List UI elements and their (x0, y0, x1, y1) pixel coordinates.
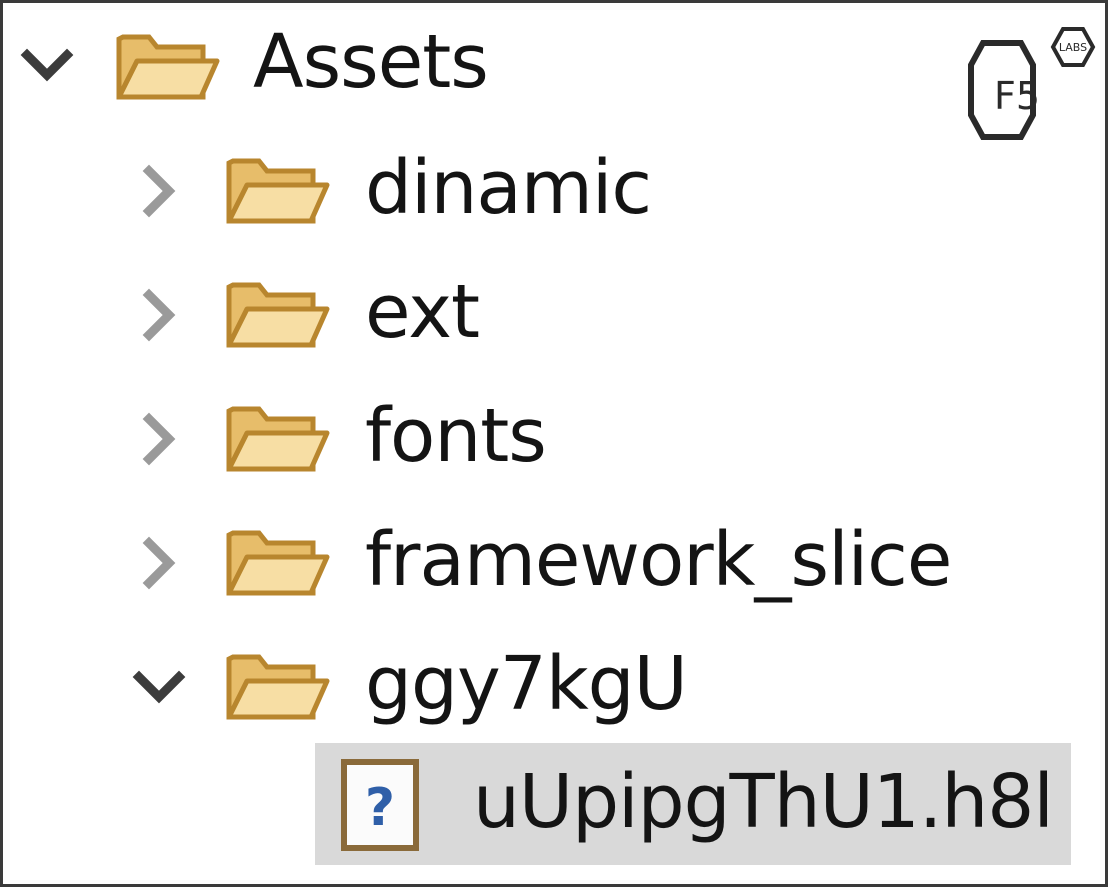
unknown-file-icon: ? (341, 759, 419, 851)
tree-item-label[interactable]: Assets (253, 25, 489, 99)
f5-labs-logo: F5 LABS (968, 27, 1096, 140)
folder-open-icon (116, 34, 220, 100)
chevron-down-icon[interactable] (17, 35, 77, 95)
chevron-right-icon[interactable] (129, 161, 189, 221)
tree-item-file-selected[interactable]: ? uUpipgThU1.h8l (315, 743, 1071, 865)
tree-item-label[interactable]: dinamic (365, 151, 652, 225)
chevron-right-icon[interactable] (129, 285, 189, 345)
project-tree-panel: Assets dinamic ext fonts framework_slice (0, 0, 1108, 887)
logo-brand-text: F5 (994, 74, 1040, 118)
folder-open-icon (226, 654, 330, 720)
tree-item-label[interactable]: fonts (365, 399, 547, 473)
file-name-label: uUpipgThU1.h8l (473, 759, 1054, 845)
chevron-right-icon[interactable] (129, 409, 189, 469)
folder-icon (226, 282, 330, 348)
chevron-down-icon[interactable] (129, 657, 189, 717)
svg-text:?: ? (365, 778, 395, 838)
tree-item-label[interactable]: ggy7kgU (365, 647, 688, 721)
tree-item-label[interactable]: ext (365, 275, 480, 349)
folder-icon (226, 530, 330, 596)
tree-item-label[interactable]: framework_slice (365, 523, 952, 597)
folder-icon (226, 406, 330, 472)
logo-sub-text: LABS (1059, 41, 1087, 54)
folder-icon (226, 158, 330, 224)
chevron-right-icon[interactable] (129, 533, 189, 593)
